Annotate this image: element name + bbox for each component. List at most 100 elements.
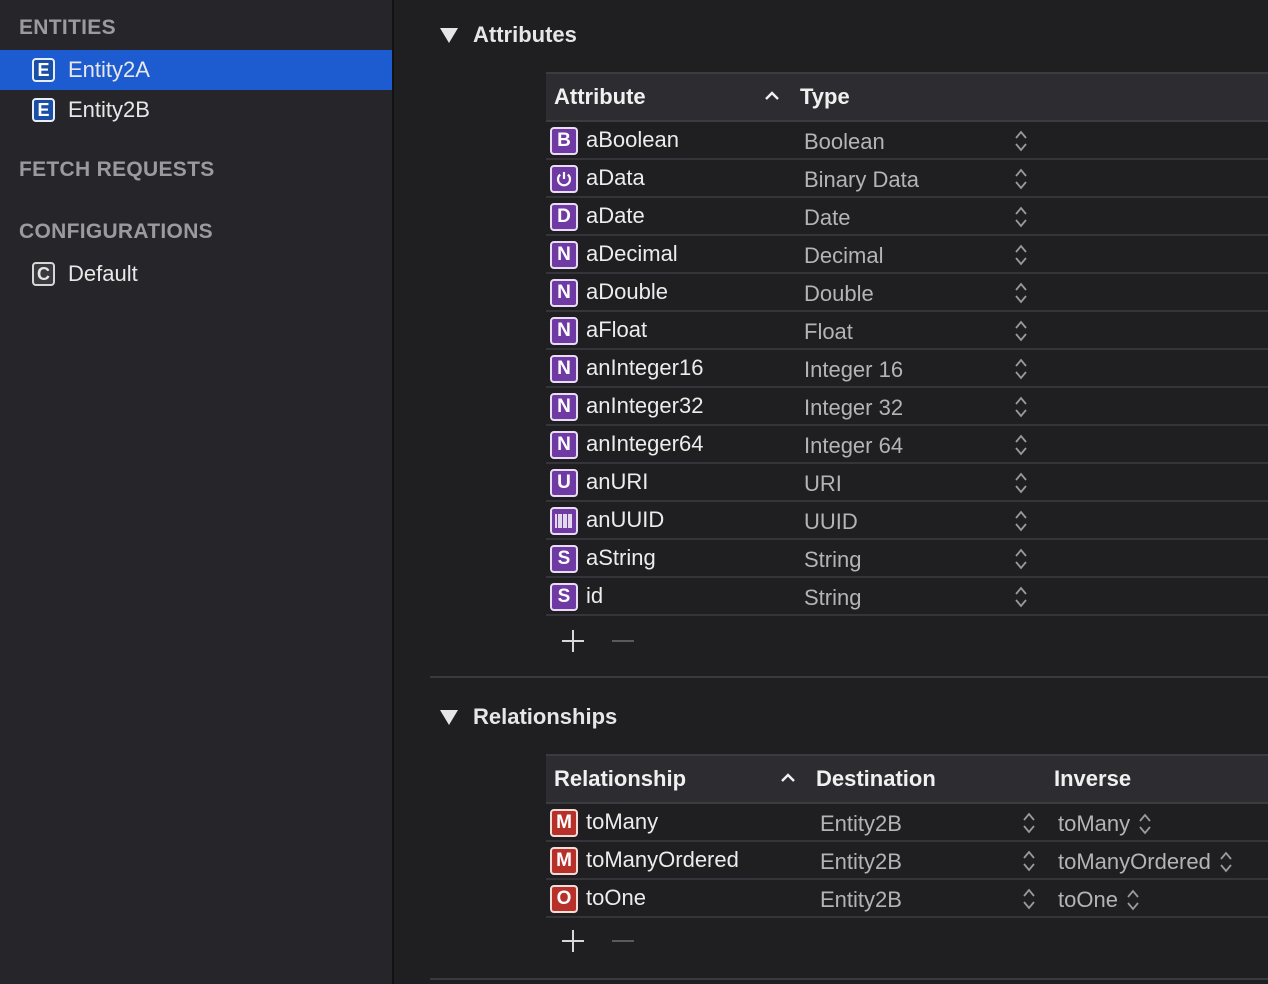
attribute-name[interactable]: anInteger16 bbox=[586, 355, 703, 381]
type-n-icon: N bbox=[550, 279, 578, 307]
entity-icon: E bbox=[32, 98, 55, 122]
attribute-name[interactable]: id bbox=[586, 583, 603, 609]
attribute-type-popup[interactable]: Binary Data bbox=[804, 167, 919, 193]
relationships-table-header: Relationship Destination Inverse bbox=[546, 754, 1268, 804]
attribute-name[interactable]: anInteger32 bbox=[586, 393, 703, 419]
sidebar-configuration-item[interactable]: C Default bbox=[0, 254, 392, 294]
attribute-row[interactable]: NanInteger64 Integer 64 bbox=[546, 426, 1268, 464]
type-popup-chevrons-icon[interactable] bbox=[1014, 585, 1028, 609]
relationship-row[interactable]: MtoManyOrdered Entity2B toManyOrdered bbox=[546, 842, 1268, 880]
attribute-row[interactable]: SaString String bbox=[546, 540, 1268, 578]
entity-icon: E bbox=[32, 58, 55, 82]
type-n-icon: N bbox=[550, 431, 578, 459]
type-m-icon: M bbox=[550, 809, 578, 837]
type-popup-chevrons-icon[interactable] bbox=[1014, 167, 1028, 191]
inverse-popup-chevrons-icon bbox=[1219, 850, 1233, 874]
type-popup-chevrons-icon[interactable] bbox=[1014, 471, 1028, 495]
type-popup-chevrons-icon[interactable] bbox=[1014, 281, 1028, 305]
type-popup-chevrons-icon[interactable] bbox=[1014, 357, 1028, 381]
add-attribute-icon[interactable] bbox=[560, 628, 586, 654]
attributes-section-toggle[interactable]: Attributes bbox=[440, 22, 577, 48]
attribute-row[interactable]: UanURI URI bbox=[546, 464, 1268, 502]
attribute-type-popup[interactable]: Integer 64 bbox=[804, 433, 903, 459]
type-column-header[interactable]: Type bbox=[800, 84, 850, 110]
attribute-row[interactable]: BaBoolean Boolean bbox=[546, 122, 1268, 160]
inverse-popup[interactable]: toMany bbox=[1058, 811, 1152, 837]
relationship-row[interactable]: OtoOne Entity2B toOne bbox=[546, 880, 1268, 918]
attribute-row[interactable]: aData Binary Data bbox=[546, 160, 1268, 198]
section-divider bbox=[430, 978, 1268, 980]
relationship-name[interactable]: toMany bbox=[586, 809, 658, 835]
destination-popup-chevrons-icon[interactable] bbox=[1022, 849, 1036, 873]
attribute-name[interactable]: aDouble bbox=[586, 279, 668, 305]
sidebar-entity-item[interactable]: E Entity2A bbox=[0, 50, 392, 90]
attribute-type-popup[interactable]: Decimal bbox=[804, 243, 883, 269]
attribute-type-popup[interactable]: Float bbox=[804, 319, 853, 345]
attribute-type-popup[interactable]: Integer 32 bbox=[804, 395, 903, 421]
fetch-requests-header[interactable]: FETCH REQUESTS bbox=[19, 158, 215, 182]
destination-popup-chevrons-icon[interactable] bbox=[1022, 887, 1036, 911]
attribute-name[interactable]: aFloat bbox=[586, 317, 647, 343]
attribute-name[interactable]: anURI bbox=[586, 469, 648, 495]
attribute-row[interactable]: NaDecimal Decimal bbox=[546, 236, 1268, 274]
attribute-type-popup[interactable]: Double bbox=[804, 281, 874, 307]
type-u-icon: U bbox=[550, 469, 578, 497]
type-popup-chevrons-icon[interactable] bbox=[1014, 433, 1028, 457]
attribute-name[interactable]: aData bbox=[586, 165, 645, 191]
entity-editor: Attributes Attribute Type BaBoolean Boole… bbox=[394, 0, 1268, 984]
configuration-label: Default bbox=[68, 261, 138, 286]
attribute-name[interactable]: aBoolean bbox=[586, 127, 679, 153]
attribute-row[interactable]: NaFloat Float bbox=[546, 312, 1268, 350]
inverse-popup[interactable]: toOne bbox=[1058, 887, 1140, 913]
attribute-type-popup[interactable]: Boolean bbox=[804, 129, 885, 155]
destination-column-header[interactable]: Destination bbox=[816, 766, 936, 792]
attribute-row[interactable]: Sid String bbox=[546, 578, 1268, 616]
attribute-name[interactable]: aString bbox=[586, 545, 656, 571]
remove-attribute-icon[interactable] bbox=[610, 628, 636, 654]
attribute-column-header[interactable]: Attribute bbox=[554, 84, 646, 110]
inverse-column-header[interactable]: Inverse bbox=[1054, 766, 1131, 792]
attribute-row[interactable]: DaDate Date bbox=[546, 198, 1268, 236]
destination-popup[interactable]: Entity2B bbox=[820, 849, 902, 875]
relationships-section-toggle[interactable]: Relationships bbox=[440, 704, 617, 730]
attribute-type-popup[interactable]: Date bbox=[804, 205, 850, 231]
attribute-row[interactable]: anUUID UUID bbox=[546, 502, 1268, 540]
attribute-row[interactable]: NanInteger16 Integer 16 bbox=[546, 350, 1268, 388]
type-popup-chevrons-icon[interactable] bbox=[1014, 129, 1028, 153]
attribute-row[interactable]: NanInteger32 Integer 32 bbox=[546, 388, 1268, 426]
type-popup-chevrons-icon[interactable] bbox=[1014, 509, 1028, 533]
attribute-type-popup[interactable]: URI bbox=[804, 471, 842, 497]
attribute-name[interactable]: aDecimal bbox=[586, 241, 678, 267]
attribute-type-popup[interactable]: String bbox=[804, 547, 861, 573]
sidebar-entity-item[interactable]: E Entity2B bbox=[0, 90, 392, 130]
attribute-type-popup[interactable]: String bbox=[804, 585, 861, 611]
destination-popup[interactable]: Entity2B bbox=[820, 887, 902, 913]
destination-popup[interactable]: Entity2B bbox=[820, 811, 902, 837]
attribute-row[interactable]: NaDouble Double bbox=[546, 274, 1268, 312]
sort-ascending-icon[interactable] bbox=[778, 768, 798, 788]
relationship-column-header[interactable]: Relationship bbox=[554, 766, 686, 792]
attribute-type-popup[interactable]: Integer 16 bbox=[804, 357, 903, 383]
type-b-icon: B bbox=[550, 127, 578, 155]
type-popup-chevrons-icon[interactable] bbox=[1014, 243, 1028, 267]
binary-data-icon bbox=[550, 165, 578, 193]
attribute-type-popup[interactable]: UUID bbox=[804, 509, 858, 535]
attribute-name[interactable]: aDate bbox=[586, 203, 645, 229]
remove-relationship-icon[interactable] bbox=[610, 928, 636, 954]
type-popup-chevrons-icon[interactable] bbox=[1014, 205, 1028, 229]
type-popup-chevrons-icon[interactable] bbox=[1014, 547, 1028, 571]
uuid-barcode-icon bbox=[550, 507, 578, 535]
type-popup-chevrons-icon[interactable] bbox=[1014, 319, 1028, 343]
attribute-name[interactable]: anInteger64 bbox=[586, 431, 703, 457]
inverse-popup-chevrons-icon bbox=[1138, 812, 1152, 836]
type-popup-chevrons-icon[interactable] bbox=[1014, 395, 1028, 419]
relationship-row[interactable]: MtoMany Entity2B toMany bbox=[546, 804, 1268, 842]
attribute-name[interactable]: anUUID bbox=[586, 507, 664, 533]
add-relationship-icon[interactable] bbox=[560, 928, 586, 954]
relationship-name[interactable]: toOne bbox=[586, 885, 646, 911]
inverse-popup[interactable]: toManyOrdered bbox=[1058, 849, 1233, 875]
destination-popup-chevrons-icon[interactable] bbox=[1022, 811, 1036, 835]
inverse-popup-chevrons-icon bbox=[1126, 888, 1140, 912]
relationship-name[interactable]: toManyOrdered bbox=[586, 847, 739, 873]
sort-ascending-icon[interactable] bbox=[762, 86, 782, 106]
